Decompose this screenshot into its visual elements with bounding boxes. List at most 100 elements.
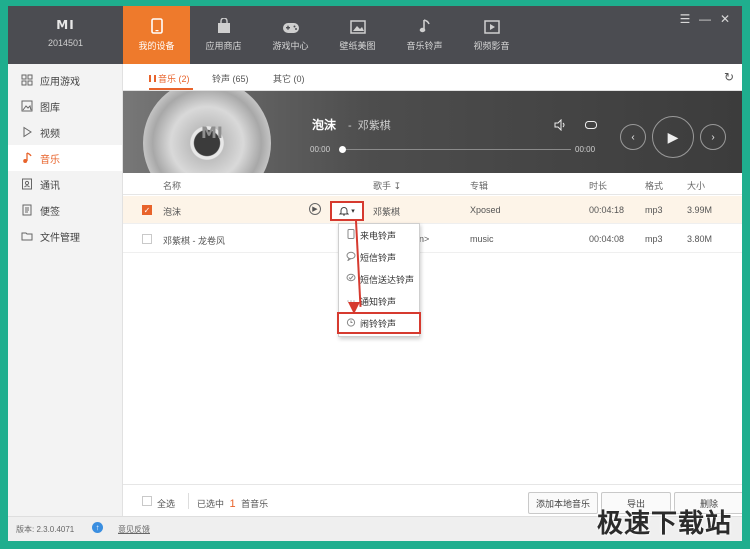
table-row[interactable]: ✓ 泡沫 ▶ 邓紫棋 Xposed 00:04:18 mp3 3.99M: [123, 196, 742, 224]
table-row[interactable]: 邓紫棋 - 龙卷风 n> music 00:04:08 mp3 3.80M: [123, 225, 742, 253]
row-checkbox[interactable]: ✓: [142, 205, 152, 215]
menu-icon[interactable]: ☰: [678, 12, 692, 26]
play-circle-icon[interactable]: ▶: [309, 203, 321, 215]
previous-button[interactable]: ‹: [620, 124, 646, 150]
tab-my-device[interactable]: 我的设备: [123, 6, 190, 64]
row-artist: 邓紫棋: [373, 207, 401, 217]
annotation-arrow-head: [348, 302, 360, 314]
add-local-music-button[interactable]: 添加本地音乐: [528, 492, 598, 514]
tab-music-ringtone[interactable]: 音乐铃声: [391, 6, 458, 64]
device-name: 2014501: [47, 38, 84, 48]
sidebar-item-files[interactable]: 文件管理: [8, 223, 122, 249]
col-duration[interactable]: 时长: [589, 179, 607, 192]
selected-suffix: 首音乐: [241, 499, 269, 509]
progress-track[interactable]: [341, 149, 571, 150]
elapsed-time: 00:00: [310, 145, 331, 154]
music-note-icon: [419, 19, 430, 33]
sidebar: 应用游戏 图库 视频 音乐 通讯 便签 文件管理: [8, 64, 123, 516]
sidebar-item-label: 视频: [40, 128, 60, 140]
sidebar-item-gallery[interactable]: 图库: [8, 93, 122, 119]
image-icon: [20, 99, 34, 113]
title-separator: -: [348, 120, 352, 132]
now-playing-title: 泡沫: [312, 118, 337, 132]
menu-item-call-ringtone[interactable]: 来电铃声: [339, 224, 419, 246]
row-checkbox[interactable]: [142, 234, 152, 244]
top-bar: MI 2014501 我的设备 应用商店 游戏中心 壁纸美图 音乐铃声 视频影音…: [8, 6, 742, 64]
tab-video[interactable]: 视频影音: [458, 6, 525, 64]
app-window: MI 2014501 我的设备 应用商店 游戏中心 壁纸美图 音乐铃声 视频影音…: [8, 6, 742, 541]
tab-music[interactable]: 音乐 (2): [149, 72, 190, 85]
feedback-link[interactable]: 意见反馈: [118, 524, 150, 535]
col-size[interactable]: 大小: [687, 179, 705, 192]
contacts-icon: [20, 177, 34, 191]
row-name: 邓紫棋 - 龙卷风: [163, 236, 225, 246]
chevron-left-icon: ‹: [631, 131, 635, 143]
active-tab-indicator: [149, 88, 193, 90]
col-album[interactable]: 专辑: [470, 179, 488, 192]
sidebar-item-notes[interactable]: 便签: [8, 197, 122, 223]
sidebar-item-video[interactable]: 视频: [8, 119, 122, 145]
repeat-icon[interactable]: [584, 119, 598, 134]
menu-item-sms-ringtone[interactable]: 短信铃声: [339, 246, 419, 268]
device-info[interactable]: MI 2014501: [8, 6, 123, 64]
bell-icon: [339, 207, 350, 216]
row-artist: n>: [419, 234, 430, 244]
next-button[interactable]: ›: [700, 124, 726, 150]
folder-icon: [20, 229, 34, 243]
menu-item-label: 短信铃声: [360, 252, 397, 263]
gamepad-icon: [282, 23, 299, 33]
sidebar-item-contacts[interactable]: 通讯: [8, 171, 122, 197]
sidebar-item-label: 便签: [40, 206, 60, 218]
menu-item-label: 来电铃声: [360, 230, 397, 241]
tab-other[interactable]: 其它 (0): [273, 72, 305, 85]
set-ringtone-button[interactable]: ▾: [330, 201, 364, 221]
video-icon: [483, 20, 500, 34]
tab-ringtone[interactable]: 铃声 (65): [212, 72, 249, 85]
update-icon[interactable]: ↑: [92, 522, 103, 533]
col-artist[interactable]: 歌手 ↧: [373, 179, 401, 192]
volume-icon[interactable]: [554, 118, 568, 134]
selected-prefix: 已选中: [197, 499, 225, 509]
sidebar-item-label: 通讯: [40, 180, 60, 192]
row-size: 3.80M: [687, 234, 713, 244]
phone-icon: [150, 18, 163, 34]
play-icon: ▶: [667, 128, 679, 145]
progress-handle[interactable]: [339, 146, 346, 153]
selection-summary: 已选中 1 首音乐: [197, 497, 268, 510]
sidebar-item-label: 应用游戏: [40, 76, 80, 88]
select-all-label[interactable]: 全选: [157, 497, 175, 510]
tab-app-store[interactable]: 应用商店: [190, 6, 257, 64]
tab-label: 视频影音: [473, 41, 510, 51]
row-album: music: [470, 234, 494, 244]
row-format: mp3: [645, 205, 663, 215]
bag-icon: [217, 18, 230, 33]
row-format: mp3: [645, 234, 663, 244]
tab-label: 应用商店: [205, 41, 242, 51]
menu-item-label: 通知铃声: [360, 296, 397, 307]
menu-item-sms-delivered-ringtone[interactable]: 短信送达铃声: [339, 268, 419, 290]
chevron-down-icon: ▾: [351, 208, 355, 215]
picture-icon: [349, 20, 366, 34]
select-all-checkbox[interactable]: [142, 496, 152, 506]
sidebar-item-music[interactable]: 音乐: [8, 145, 122, 171]
tab-label: 音乐铃声: [406, 41, 443, 51]
row-album: Xposed: [470, 205, 501, 215]
refresh-icon[interactable]: ↻: [724, 70, 734, 84]
col-name[interactable]: 名称: [163, 179, 181, 192]
menu-item-alarm-ringtone[interactable]: 闹铃铃声: [337, 312, 421, 334]
apps-icon: [20, 73, 34, 87]
row-duration: 00:04:18: [589, 205, 625, 215]
play-icon: [20, 125, 34, 139]
close-icon[interactable]: ✕: [718, 12, 732, 26]
minimize-icon[interactable]: —: [698, 12, 712, 26]
sidebar-item-apps[interactable]: 应用游戏: [8, 67, 122, 93]
bars-icon: [149, 75, 156, 82]
sub-tabs: 音乐 (2) 铃声 (65) 其它 (0) ↻: [123, 64, 742, 91]
mi-logo: MI: [56, 18, 75, 32]
ringtone-menu: 来电铃声 短信铃声 短信送达铃声 ⋯ 通知铃声 闹铃铃声: [337, 223, 421, 337]
col-format[interactable]: 格式: [645, 179, 663, 192]
tab-game-center[interactable]: 游戏中心: [257, 6, 324, 64]
site-watermark: 极速下载站: [596, 509, 732, 539]
tab-wallpaper[interactable]: 壁纸美图: [324, 6, 391, 64]
play-button[interactable]: ▶: [652, 116, 694, 158]
